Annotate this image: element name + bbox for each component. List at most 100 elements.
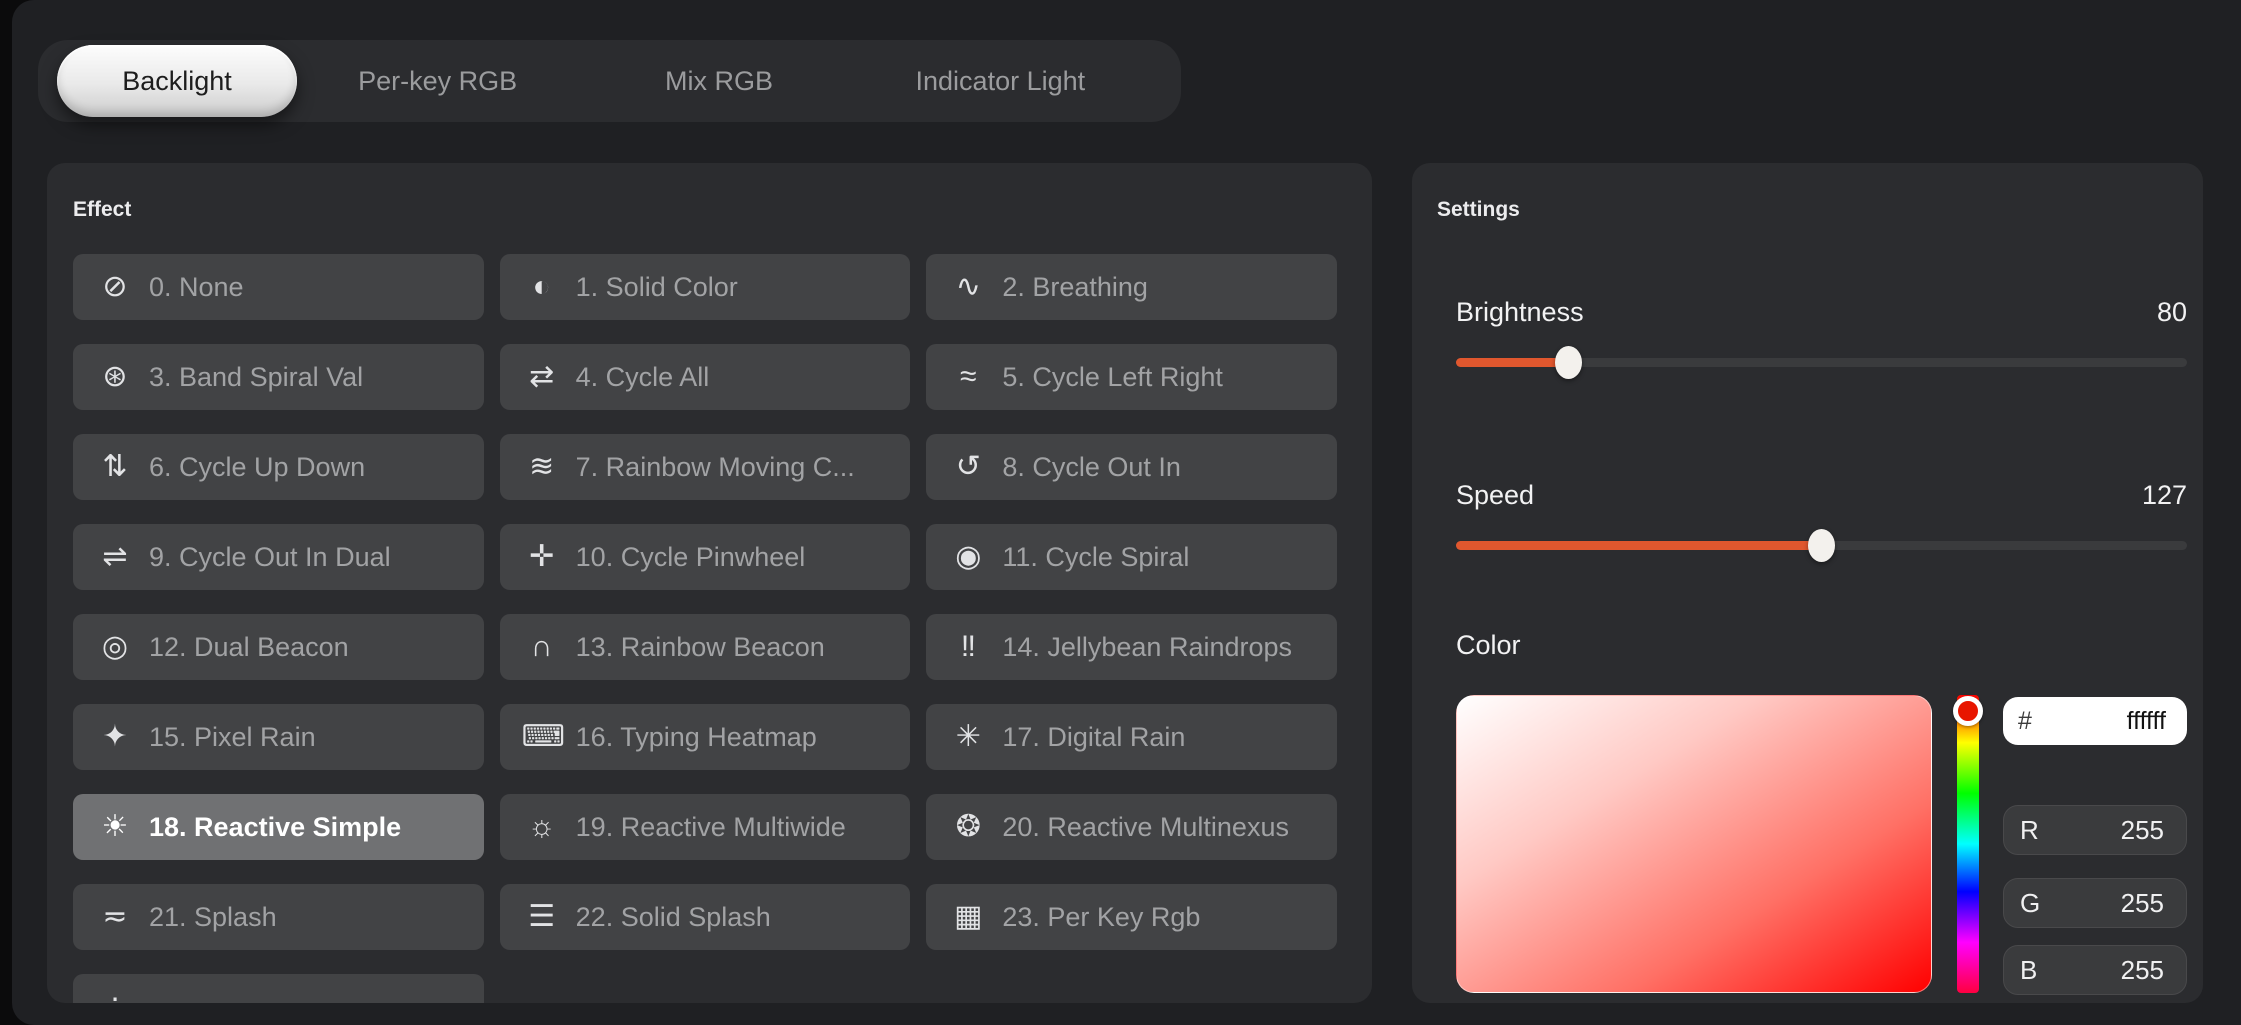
- effect-item-13-rainbow-beacon[interactable]: ∩13. Rainbow Beacon: [500, 614, 911, 680]
- effects-panel-title: Effect: [73, 198, 1372, 222]
- key-grid-icon: ▦: [948, 902, 988, 932]
- tab-backlight-label: Backlight: [122, 66, 232, 97]
- effect-item-12-dual-beacon[interactable]: ◎ 12. Dual Beacon: [73, 614, 484, 680]
- keyboard-icon: ⌨: [522, 722, 562, 752]
- effects-panel: Effect ⊘ 0. None ◐1. Solid Color∿2. Breath…: [47, 163, 1372, 1003]
- effect-item-22-solid-splash[interactable]: ☰ 22. Solid Splash: [500, 884, 911, 950]
- effect-item-10-cycle-pinwheel[interactable]: ✛10. Cycle Pinwheel: [500, 524, 911, 590]
- channel-value-b: 255: [2121, 955, 2164, 986]
- effect-item-label: 23. Per Key Rgb: [1002, 902, 1200, 933]
- rainbow-arc-icon: ∩: [522, 632, 562, 662]
- effect-item-label: 10. Cycle Pinwheel: [576, 542, 806, 573]
- color-fields: # ffffff R255G255B255: [2003, 695, 2187, 993]
- tab-mix-rgb-label: Mix RGB: [665, 66, 773, 96]
- effect-item-4-cycle-all[interactable]: ⇄ 4. Cycle All: [500, 344, 911, 410]
- effect-item-21-splash[interactable]: ≂21. Splash: [73, 884, 484, 950]
- effect-item-0-none[interactable]: ⊘ 0. None: [73, 254, 484, 320]
- effect-item-9-cycle-out-in-dual[interactable]: ⇌9. Cycle Out In Dual: [73, 524, 484, 590]
- brightness-slider-thumb[interactable]: [1555, 346, 1582, 379]
- concentric-circles-icon: ◎: [95, 632, 135, 662]
- effect-item-16-typing-heatmap[interactable]: ⌨ 16. Typing Heatmap: [500, 704, 911, 770]
- hex-prefix: #: [2018, 707, 2032, 736]
- effect-item-15-pixel-rain[interactable]: ✦ 15. Pixel Rain: [73, 704, 484, 770]
- settings-panel: Settings Brightness 80 Speed 127 Co: [1412, 163, 2203, 1003]
- effect-item-3-band-spiral-val[interactable]: ⊛ 3. Band Spiral Val: [73, 344, 484, 410]
- spiral-icon: ◉: [948, 542, 988, 572]
- effect-item-2-breathing[interactable]: ∿2. Breathing: [926, 254, 1337, 320]
- ban-icon: ⊘: [95, 272, 135, 302]
- effect-item-label: 12. Dual Beacon: [149, 632, 349, 663]
- channel-field-r[interactable]: R 255: [2003, 805, 2187, 855]
- effect-item-label: 5. Cycle Left Right: [1002, 362, 1223, 393]
- palette-icon: ◐: [522, 272, 562, 302]
- channel-field-g[interactable]: G255: [2003, 878, 2187, 928]
- dots-icon: ∴: [95, 992, 135, 1003]
- channel-value-r: 255: [2121, 815, 2164, 846]
- sine-wave-icon: ≋: [522, 452, 562, 482]
- effect-item-20-reactive-multinexus[interactable]: ❂20. Reactive Multinexus: [926, 794, 1337, 860]
- tab-indicator-light-label: Indicator Light: [916, 66, 1086, 96]
- settings-body: Brightness 80 Speed 127 Color: [1456, 296, 2187, 993]
- tab-backlight[interactable]: Backlight: [57, 45, 297, 117]
- effect-item-label: 16. Typing Heatmap: [576, 722, 817, 753]
- effect-item-5-cycle-left-right[interactable]: ≈5. Cycle Left Right: [926, 344, 1337, 410]
- list-icon: ☰: [522, 902, 562, 932]
- speed-slider[interactable]: [1456, 529, 2187, 562]
- app-screenshot: Backlight Per-key RGB Mix RGB Indicator …: [0, 0, 2241, 1025]
- effect-item-partial-24[interactable]: ∴: [73, 974, 484, 1003]
- effect-item-label: 14. Jellybean Raindrops: [1002, 632, 1292, 663]
- speed-row: Speed 127: [1456, 479, 2187, 511]
- speed-slider-thumb[interactable]: [1808, 529, 1835, 562]
- effect-item-label: 3. Band Spiral Val: [149, 362, 363, 393]
- color-picker: # ffffff R255G255B255: [1456, 695, 2187, 993]
- effects-grid: ⊘ 0. None ◐1. Solid Color∿2. Breathing ⊛ 3. …: [73, 254, 1337, 1003]
- effect-item-label: 19. Reactive Multiwide: [576, 812, 846, 843]
- tab-per-key-rgb[interactable]: Per-key RGB: [297, 66, 578, 97]
- effect-item-6-cycle-up-down[interactable]: ⇅6. Cycle Up Down: [73, 434, 484, 500]
- effect-item-label: 21. Splash: [149, 902, 277, 933]
- sun-rays-icon: ☼: [522, 812, 562, 842]
- tab-indicator-light[interactable]: Indicator Light: [860, 66, 1141, 97]
- hex-input[interactable]: # ffffff: [2003, 697, 2187, 745]
- sparkle-icon: ✦: [95, 722, 135, 752]
- effect-item-17-digital-rain[interactable]: ✳17. Digital Rain: [926, 704, 1337, 770]
- effect-item-14-jellybean-raindrops[interactable]: ‼ 14. Jellybean Raindrops: [926, 614, 1337, 680]
- hue-slider[interactable]: [1957, 695, 1979, 993]
- cycle-arrows-icon: ⇄: [522, 362, 562, 392]
- effect-item-19-reactive-multiwide[interactable]: ☼ 19. Reactive Multiwide: [500, 794, 911, 860]
- settings-panel-title: Settings: [1437, 198, 2203, 222]
- effect-item-23-per-key-rgb[interactable]: ▦ 23. Per Key Rgb: [926, 884, 1337, 950]
- effect-item-7-rainbow-moving-c[interactable]: ≋ 7. Rainbow Moving C...: [500, 434, 911, 500]
- speed-slider-fill: [1456, 541, 1827, 550]
- effect-item-label: 0. None: [149, 272, 244, 303]
- effect-item-label: 6. Cycle Up Down: [149, 452, 365, 483]
- tab-mix-rgb[interactable]: Mix RGB: [578, 66, 859, 97]
- raindrops-icon: ‼: [948, 632, 988, 662]
- effect-item-label: 11. Cycle Spiral: [1002, 542, 1189, 573]
- effect-item-label: 7. Rainbow Moving C...: [576, 452, 855, 483]
- speed-label: Speed: [1456, 480, 1534, 511]
- effect-item-18-reactive-simple[interactable]: ☀ 18. Reactive Simple: [73, 794, 484, 860]
- rotate-ccw-icon: ↺: [948, 452, 988, 482]
- brightness-label: Brightness: [1456, 297, 1584, 328]
- effect-item-label: 22. Solid Splash: [576, 902, 771, 933]
- effect-item-11-cycle-spiral[interactable]: ◉ 11. Cycle Spiral: [926, 524, 1337, 590]
- effect-item-label: 4. Cycle All: [576, 362, 710, 393]
- aperture-icon: ⊛: [95, 362, 135, 392]
- effect-item-label: 18. Reactive Simple: [149, 812, 401, 843]
- effect-item-label: 15. Pixel Rain: [149, 722, 316, 753]
- channel-field-b[interactable]: B255: [2003, 945, 2187, 995]
- hue-slider-thumb[interactable]: [1953, 696, 1983, 726]
- brightness-slider[interactable]: [1456, 346, 2187, 379]
- channel-label-r: R: [2020, 815, 2039, 846]
- wind-icon: ∿: [948, 272, 988, 302]
- channel-value-g: 255: [2121, 888, 2164, 919]
- sun-icon: ☀: [95, 812, 135, 842]
- saturation-value-box[interactable]: [1456, 695, 1932, 993]
- effect-item-8-cycle-out-in[interactable]: ↺8. Cycle Out In: [926, 434, 1337, 500]
- shuffle-icon: ⇌: [95, 542, 135, 572]
- brightness-value: 80: [2157, 297, 2187, 328]
- hex-value: ffffff: [2127, 707, 2166, 736]
- color-label: Color: [1456, 630, 1521, 661]
- effect-item-1-solid-color[interactable]: ◐1. Solid Color: [500, 254, 911, 320]
